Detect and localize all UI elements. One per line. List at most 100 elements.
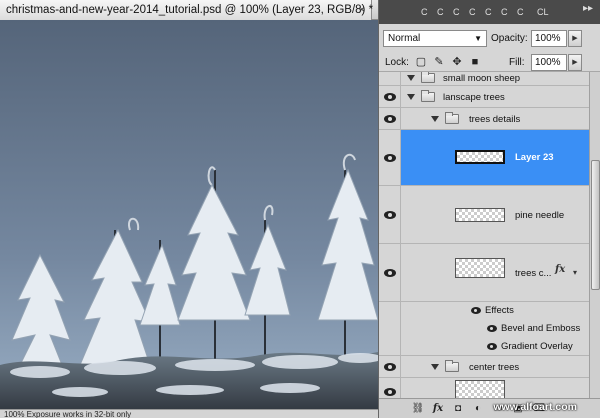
lock-row: Lock: ▢ ✎ ✥ ■ Fill: 100% ▶ — [379, 52, 600, 72]
eye-icon[interactable] — [384, 211, 396, 219]
visibility-cell[interactable] — [379, 378, 401, 398]
status-bar: 100% Exposure works in 32-bit only — [0, 409, 378, 418]
opacity-input[interactable]: 100% — [531, 30, 567, 47]
eye-icon[interactable] — [384, 363, 396, 371]
panel-collapse-icon[interactable]: ▸▸ — [583, 3, 593, 14]
close-icon[interactable]: × — [359, 0, 365, 20]
visibility-cell — [379, 338, 401, 355]
layer-thumbnail[interactable] — [455, 258, 505, 278]
layer-row-trees-c[interactable]: trees c... fx ▾ — [379, 244, 589, 302]
fx-icon[interactable]: fx — [555, 264, 565, 275]
expand-triangle-icon[interactable] — [407, 75, 415, 81]
layer-name: center trees — [469, 362, 520, 373]
folder-icon — [445, 360, 459, 372]
layer-name: Bevel and Emboss — [501, 323, 581, 334]
photoshop-window: christmas-and-new-year-2014_tutorial.psd… — [0, 0, 600, 418]
visibility-cell[interactable] — [379, 130, 401, 185]
watermark: www.alfoart.com — [493, 401, 577, 413]
panel-tab[interactable]: C — [501, 4, 508, 20]
expand-triangle-icon[interactable] — [407, 94, 415, 100]
layers-panel-footer: ⛓ fx ◘ ◐ ▭ ▣ ⌫ www.alfoart.com — [379, 398, 600, 418]
status-text: 100% Exposure works in 32-bit only — [4, 410, 132, 418]
fill-label: Fill: — [509, 57, 525, 68]
lock-label: Lock: — [385, 57, 409, 68]
adjustment-icon[interactable]: ◐ — [471, 402, 485, 416]
expand-triangle-icon[interactable] — [431, 116, 439, 122]
layer-name: small moon sheep — [443, 73, 521, 84]
layer-thumbnail[interactable] — [455, 150, 505, 164]
panel-tab-strip: C C C C C C C CL ▸▸ — [379, 0, 600, 24]
layer-row-bevel-emboss[interactable]: Bevel and Emboss — [379, 320, 589, 338]
layer-name: Effects — [485, 305, 514, 316]
lock-move-icon[interactable]: ✥ — [451, 56, 463, 68]
expand-triangle-icon[interactable] — [431, 364, 439, 370]
lock-brush-icon[interactable]: ✎ — [433, 56, 445, 68]
layer-thumbnail[interactable] — [455, 380, 505, 398]
layer-row-lanscape-trees[interactable]: lanscape trees — [379, 86, 589, 108]
visibility-cell — [379, 302, 401, 320]
canvas[interactable] — [0, 20, 378, 418]
eye-icon[interactable] — [487, 325, 497, 332]
layer-row-small-moon-sheep[interactable]: small moon sheep — [379, 72, 589, 86]
visibility-cell[interactable] — [379, 244, 401, 301]
opacity-slider-button[interactable]: ▶ — [568, 30, 582, 47]
opacity-label: Opacity: — [491, 33, 528, 44]
eye-icon[interactable] — [384, 388, 396, 396]
panel-tab[interactable]: C — [453, 4, 460, 20]
eye-icon[interactable] — [487, 343, 497, 350]
layer-name: Layer 23 — [515, 152, 554, 163]
blend-mode-value: Normal — [388, 33, 421, 44]
link-icon[interactable]: ⛓ — [411, 402, 425, 416]
fill-input[interactable]: 100% — [531, 54, 567, 71]
eye-icon[interactable] — [384, 269, 396, 277]
chevron-down-icon: ▼ — [474, 34, 482, 43]
layer-thumbnail[interactable] — [455, 208, 505, 222]
layers-scrollbar[interactable] — [589, 72, 600, 398]
folder-icon — [445, 112, 459, 124]
layer-row-center-trees[interactable]: center trees — [379, 356, 589, 378]
panel-tab[interactable]: C — [469, 4, 476, 20]
panel-tab[interactable]: C — [485, 4, 492, 20]
folder-icon — [421, 90, 435, 102]
eye-icon[interactable] — [471, 307, 481, 314]
visibility-cell[interactable] — [379, 72, 401, 85]
panel-tab[interactable]: C — [517, 4, 524, 20]
lock-all-icon[interactable]: ■ — [469, 56, 481, 68]
fill-slider-button[interactable]: ▶ — [568, 54, 582, 71]
chevron-down-icon[interactable]: ▾ — [573, 268, 577, 277]
folder-icon — [421, 72, 435, 83]
canvas-image — [0, 20, 378, 418]
visibility-cell[interactable] — [379, 186, 401, 243]
layer-row-effects[interactable]: Effects — [379, 302, 589, 320]
layer-row-layer-23[interactable]: Layer 23 — [379, 130, 589, 186]
layers-panel: C C C C C C C CL ▸▸ Normal ▼ Opacity: 10… — [378, 0, 600, 418]
blend-options-row: Normal ▼ Opacity: 100% ▶ — [379, 28, 600, 50]
layer-row-next[interactable] — [379, 378, 589, 398]
layer-row-pine-needle[interactable]: pine needle — [379, 186, 589, 244]
eye-icon[interactable] — [384, 115, 396, 123]
layer-row-gradient-overlay[interactable]: Gradient Overlay — [379, 338, 589, 356]
layer-name: pine needle — [515, 210, 565, 221]
panel-tab[interactable]: C — [421, 4, 428, 20]
layer-name: trees details — [469, 114, 521, 125]
fx-icon[interactable]: fx — [431, 402, 445, 416]
document-tab[interactable]: christmas-and-new-year-2014_tutorial.psd… — [0, 0, 373, 20]
layer-row-trees-details[interactable]: trees details — [379, 108, 589, 130]
layer-name: Gradient Overlay — [501, 341, 573, 352]
visibility-cell — [379, 320, 401, 338]
lock-transparent-icon[interactable]: ▢ — [415, 56, 427, 68]
mask-icon[interactable]: ◘ — [451, 402, 465, 416]
eye-icon[interactable] — [384, 93, 396, 101]
layer-name: trees c... — [515, 268, 552, 279]
panel-tab[interactable]: CL — [537, 4, 549, 20]
document-tab-bar: christmas-and-new-year-2014_tutorial.psd… — [0, 0, 378, 20]
visibility-cell[interactable] — [379, 86, 401, 107]
eye-icon[interactable] — [384, 154, 396, 162]
scrollbar-thumb[interactable] — [591, 160, 600, 290]
layer-name: lanscape trees — [443, 92, 505, 103]
panel-tab[interactable]: C — [437, 4, 444, 20]
visibility-cell[interactable] — [379, 108, 401, 129]
blend-mode-select[interactable]: Normal ▼ — [383, 30, 487, 47]
visibility-cell[interactable] — [379, 356, 401, 377]
layers-list: small moon sheep lanscape trees trees de… — [379, 72, 589, 398]
